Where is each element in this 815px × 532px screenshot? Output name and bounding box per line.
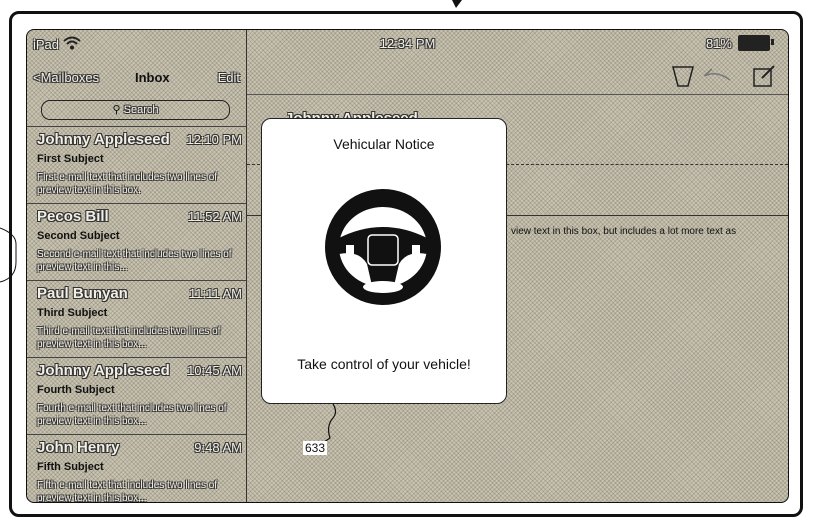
annotation-leaders [0,0,462,443]
reference-label: 633 [303,441,328,455]
